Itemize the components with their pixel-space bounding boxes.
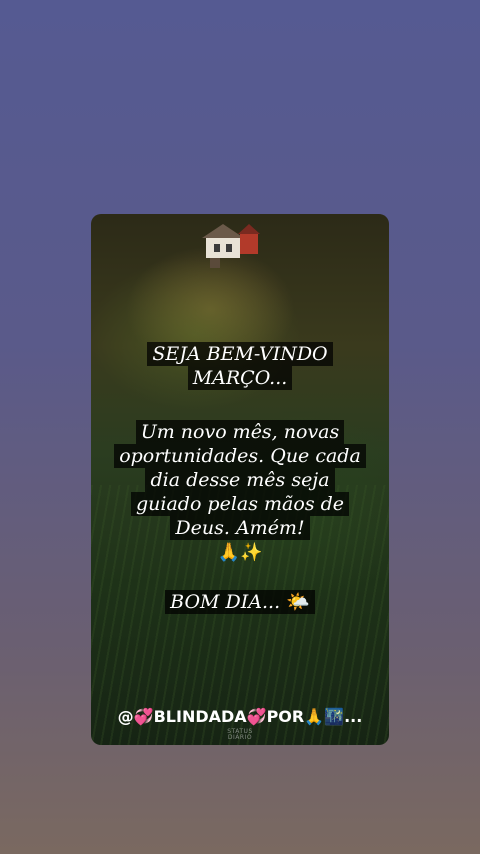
- bom-dia-label: BOM DIA...: [170, 591, 281, 613]
- greeting-text: SEJA BEM-VINDO MARÇO...: [91, 342, 389, 390]
- bom-dia-text: BOM DIA... 🌤️: [91, 590, 389, 614]
- message-line: Deus. Amém!: [170, 516, 310, 540]
- message-line: dia desse mês seja: [145, 468, 335, 492]
- greeting-line: MARÇO...: [187, 366, 293, 390]
- pray-sparkle-icon: 🙏✨: [217, 542, 263, 563]
- bom-dia-line: BOM DIA... 🌤️: [165, 590, 315, 614]
- sun-cloud-icon: 🌤️: [286, 591, 310, 613]
- story-card: SEJA BEM-VINDO MARÇO... Um novo mês, nov…: [91, 214, 389, 745]
- message-text: Um novo mês, novas oportunidades. Que ca…: [91, 420, 389, 540]
- watermark-line: DIÁRIO: [227, 734, 253, 741]
- watermark: STATUS DIÁRIO: [91, 729, 389, 741]
- author-handle[interactable]: @💞BLINDADA💞POR🙏🌃...: [91, 707, 389, 726]
- message-line: Um novo mês, novas: [135, 420, 345, 444]
- house-image: [202, 224, 260, 268]
- emoji-line: 🙏✨: [91, 541, 389, 565]
- message-line: oportunidades. Que cada: [114, 444, 366, 468]
- message-line: guiado pelas mãos de: [130, 492, 350, 516]
- greeting-line: SEJA BEM-VINDO: [147, 342, 333, 366]
